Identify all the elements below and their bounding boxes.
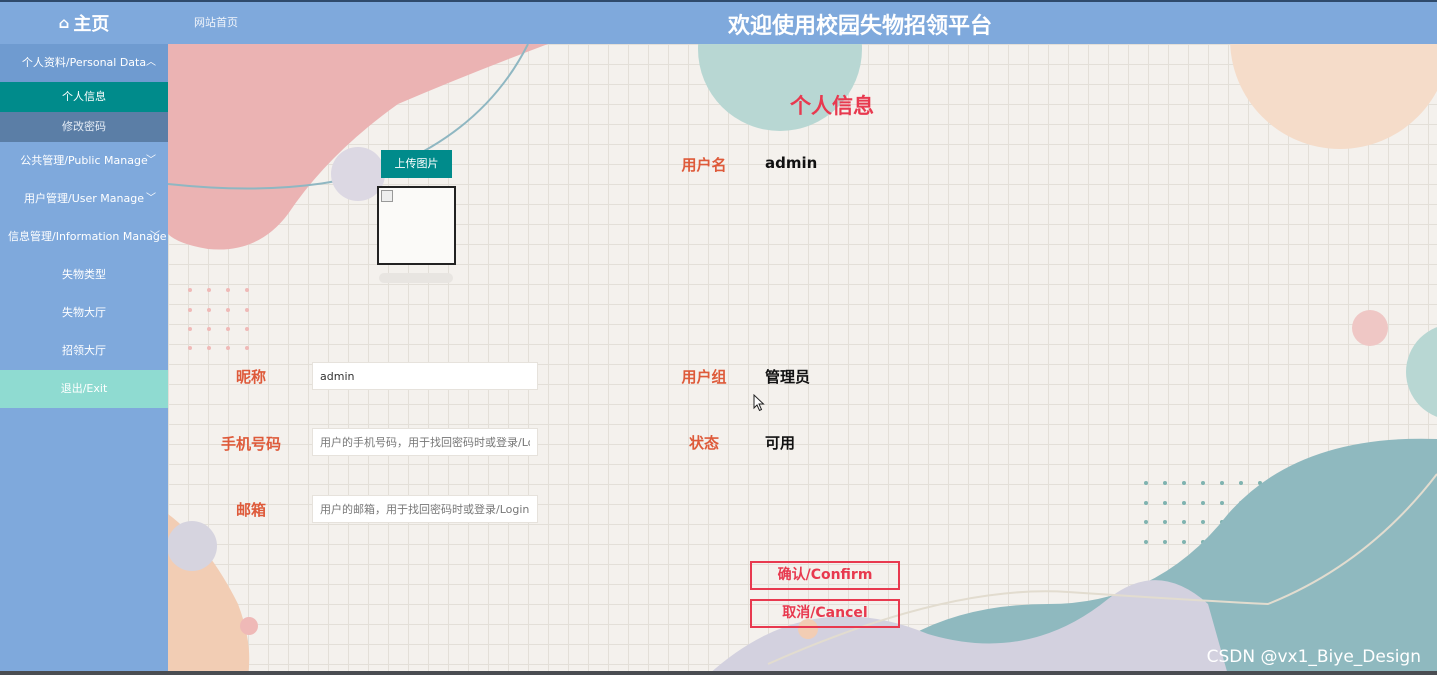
- home-link[interactable]: ⌂ 主页: [0, 2, 168, 44]
- phone-input[interactable]: [312, 428, 538, 456]
- cancel-button[interactable]: 取消/Cancel: [750, 599, 900, 628]
- menu-information-manage[interactable]: 信息管理/Information Manage ﹀: [0, 218, 168, 256]
- chevron-up-icon: ︿: [146, 57, 156, 68]
- sidebar-item-personal-info[interactable]: 个人信息: [0, 82, 168, 112]
- menu-personal-data-label: 个人资料/Personal Data: [21, 56, 147, 69]
- page-title: 个人信息: [790, 94, 874, 118]
- menu-personal-data[interactable]: 个人资料/Personal Data ︿: [0, 44, 168, 82]
- sidebar-item-change-password[interactable]: 修改密码: [0, 112, 168, 142]
- email-label: 邮箱: [235, 501, 266, 519]
- chevron-down-icon: ﹀: [150, 231, 160, 242]
- main-content: 个人信息 上传图片 昵称 手机号码 邮箱 用户名 admin 用户组 管理员 状…: [168, 44, 1437, 675]
- home-icon: ⌂: [58, 14, 70, 32]
- top-header: ⌂ 主页 网站首页 欢迎使用校园失物招领平台: [0, 0, 1437, 44]
- email-input[interactable]: [312, 495, 538, 523]
- phone-label: 手机号码: [220, 435, 281, 453]
- site-title: 欢迎使用校园失物招领平台: [727, 14, 992, 39]
- chevron-down-icon: ﹀: [146, 155, 156, 166]
- sidebar: 个人资料/Personal Data ︿ 个人信息 修改密码 公共管理/Publ…: [0, 44, 168, 675]
- avatar-image: [377, 186, 456, 265]
- menu-user-manage-label: 用户管理/User Manage: [24, 192, 144, 205]
- home-label: 主页: [73, 14, 110, 35]
- sidebar-item-found-hall[interactable]: 招领大厅: [0, 332, 168, 370]
- chevron-down-icon: ﹀: [146, 193, 156, 204]
- mouse-cursor-icon: [753, 394, 765, 412]
- menu-information-manage-label: 信息管理/Information Manage: [8, 230, 167, 243]
- breadcrumb-home[interactable]: 网站首页: [194, 14, 238, 30]
- broken-image-icon: [381, 190, 393, 202]
- upload-image-button[interactable]: 上传图片: [381, 150, 452, 178]
- nickname-label: 昵称: [235, 368, 266, 386]
- exit-button[interactable]: 退出/Exit: [0, 370, 168, 408]
- user-group-label: 用户组: [681, 368, 727, 386]
- sidebar-item-lost-type[interactable]: 失物类型: [0, 256, 168, 294]
- nickname-input[interactable]: [312, 362, 538, 390]
- menu-public-manage-label: 公共管理/Public Manage: [20, 154, 148, 167]
- confirm-button[interactable]: 确认/Confirm: [750, 561, 900, 590]
- username-value: admin: [765, 154, 818, 172]
- avatar-caption-bar: [379, 273, 453, 283]
- username-label: 用户名: [681, 156, 727, 174]
- user-group-value: 管理员: [765, 368, 811, 386]
- watermark: CSDN @vx1_Biye_Design: [1206, 647, 1421, 667]
- submenu-personal-data: 个人信息 修改密码: [0, 82, 168, 142]
- menu-user-manage[interactable]: 用户管理/User Manage ﹀: [0, 180, 168, 218]
- sidebar-item-lost-hall[interactable]: 失物大厅: [0, 294, 168, 332]
- status-label: 状态: [688, 434, 719, 452]
- status-value: 可用: [765, 434, 796, 452]
- menu-public-manage[interactable]: 公共管理/Public Manage ﹀: [0, 142, 168, 180]
- bottom-border: [0, 671, 1437, 675]
